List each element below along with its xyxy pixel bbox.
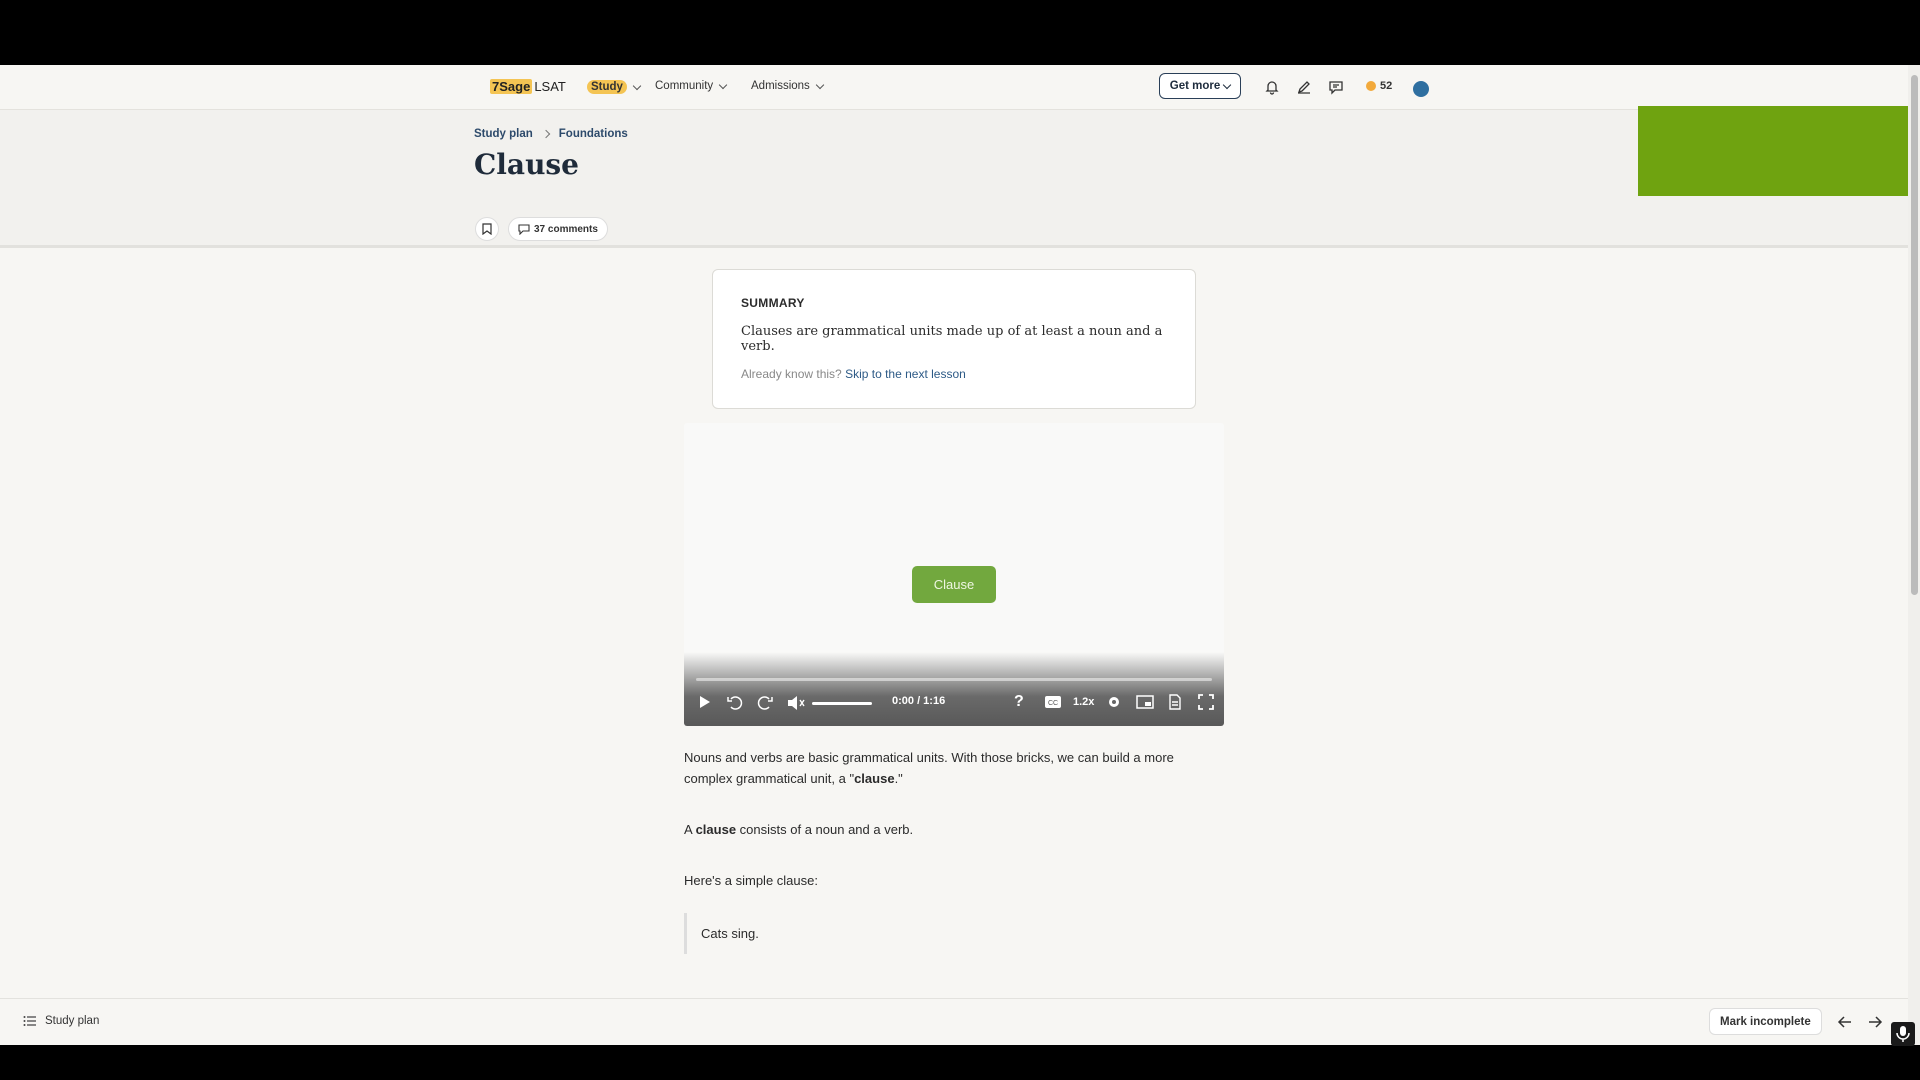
summary-card: SUMMARY Clauses are grammatical units ma… — [712, 269, 1196, 409]
play-icon[interactable] — [698, 694, 712, 710]
video-controls: 0:00 / 1:16 ? CC 1.2x — [684, 652, 1224, 726]
coin-icon — [1366, 81, 1376, 91]
lesson-header: Study plan Foundations Clause — [0, 110, 1908, 248]
example-quote: Cats sing. — [684, 913, 1204, 954]
chevron-down-icon — [815, 80, 825, 89]
volume-slider[interactable] — [812, 702, 872, 705]
forward-10-icon[interactable] — [756, 694, 774, 712]
study-plan-toggle[interactable]: Study plan — [23, 1015, 99, 1027]
page-title: Clause — [474, 148, 579, 181]
fullscreen-icon[interactable] — [1198, 694, 1214, 710]
chevron-right-icon — [541, 129, 551, 139]
breadcrumb-foundations[interactable]: Foundations — [559, 128, 628, 140]
comments-button[interactable]: 37 comments — [508, 217, 608, 241]
edit-icon[interactable] — [1296, 79, 1312, 95]
video-progress-bar[interactable] — [696, 678, 1212, 681]
arrow-right-icon[interactable] — [1866, 1013, 1884, 1031]
chevron-down-icon — [1223, 80, 1232, 89]
settings-gear-icon[interactable] — [1106, 694, 1122, 710]
comment-icon — [518, 223, 530, 235]
playback-speed[interactable]: 1.2x — [1073, 694, 1094, 710]
scrollbar[interactable] — [1908, 65, 1920, 1045]
paragraph: Here's a simple clause: — [684, 873, 818, 888]
scrollbar-thumb[interactable] — [1911, 75, 1918, 595]
paragraph: Nouns and verbs are basic grammatical un… — [684, 750, 1174, 786]
microphone-icon — [1896, 1026, 1910, 1042]
video-time: 0:00 / 1:16 — [892, 695, 946, 707]
video-player[interactable]: Clause 0:00 / 1:16 ? CC 1.2x — [684, 423, 1224, 726]
paragraph: A clause consists of a noun and a verb. — [684, 822, 914, 837]
browser-viewport: 7Sage LSAT Study Community Admissions Get… — [0, 65, 1920, 1045]
lesson-content: Nouns and verbs are basic grammatical un… — [684, 747, 1204, 954]
captions-icon[interactable]: CC — [1044, 694, 1062, 710]
summary-heading: SUMMARY — [741, 296, 805, 310]
message-icon[interactable] — [1328, 79, 1344, 95]
nav-community[interactable]: Community — [655, 80, 728, 92]
get-more-button[interactable]: Get more — [1159, 73, 1241, 99]
transcript-icon[interactable] — [1168, 694, 1182, 710]
microphone-button[interactable] — [1891, 1022, 1915, 1046]
nav-study[interactable]: Study — [587, 80, 642, 94]
chevron-down-icon — [718, 80, 728, 89]
bell-icon[interactable] — [1264, 79, 1280, 95]
bookmark-button[interactable] — [475, 217, 499, 241]
bookmark-icon — [482, 223, 492, 235]
rewind-10-icon[interactable] — [726, 694, 744, 712]
arrow-left-icon[interactable] — [1836, 1013, 1854, 1031]
picture-in-picture-icon[interactable] — [1136, 694, 1154, 710]
top-navbar: 7Sage LSAT Study Community Admissions Get… — [0, 65, 1908, 110]
summary-skip: Already know this? Skip to the next less… — [741, 367, 966, 381]
nav-admissions[interactable]: Admissions — [751, 80, 825, 92]
breadcrumb-study-plan[interactable]: Study plan — [474, 128, 533, 140]
coin-balance[interactable]: 52 — [1366, 80, 1392, 92]
brand-logo[interactable]: 7Sage LSAT — [490, 79, 566, 94]
skip-next-lesson-link[interactable]: Skip to the next lesson — [845, 367, 966, 381]
help-icon[interactable]: ? — [1014, 694, 1024, 710]
svg-text:CC: CC — [1048, 700, 1058, 707]
avatar[interactable] — [1413, 81, 1429, 97]
chevron-down-icon — [632, 81, 642, 90]
summary-body: Clauses are grammatical units made up of… — [741, 324, 1163, 354]
list-icon — [23, 1016, 36, 1026]
bottom-bar: Study plan Mark incomplete — [0, 998, 1908, 1045]
mark-incomplete-button[interactable]: Mark incomplete — [1709, 1008, 1822, 1035]
breadcrumb: Study plan Foundations — [474, 128, 628, 140]
video-slide-label: Clause — [912, 566, 996, 603]
green-banner — [1638, 106, 1920, 196]
volume-icon[interactable] — [786, 694, 806, 712]
